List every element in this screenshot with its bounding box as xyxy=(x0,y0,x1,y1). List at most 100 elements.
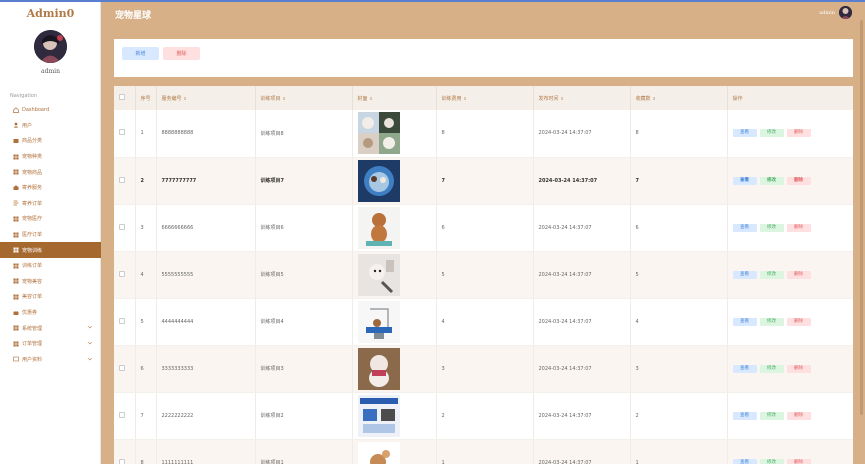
sidebar-item[interactable]: 系统管理 xyxy=(0,320,101,336)
sidebar-item-label: 商品分类 xyxy=(22,138,43,145)
view-button[interactable]: 查看 xyxy=(732,270,757,279)
sidebar-item[interactable]: 商品分类 xyxy=(0,133,101,149)
table-row[interactable]: 7 2222222222 训练项目2 2 2024-03-24 14:37:07 2 查看修… xyxy=(114,392,853,440)
edit-button[interactable]: 修改 xyxy=(759,364,784,373)
sidebar-item[interactable]: 美容订单 xyxy=(0,289,101,305)
sidebar-item[interactable]: 优惠券 xyxy=(0,305,101,321)
row-select-cell[interactable] xyxy=(114,345,136,393)
sidebar-item[interactable]: 宠物种类 xyxy=(0,149,101,165)
column-header[interactable]: 服务编号 ⇕ xyxy=(156,86,256,110)
sidebar-item[interactable]: 订单管理 xyxy=(0,336,101,352)
cover-cell xyxy=(352,204,437,252)
row-checkbox[interactable] xyxy=(119,129,125,136)
row-checkbox[interactable] xyxy=(119,364,125,371)
table-row[interactable]: 5 4444444444 训练项目4 4 2024-03-24 14:37:07 4 查看修… xyxy=(114,298,853,346)
row-delete-button[interactable]: 删除 xyxy=(786,317,811,326)
order-icon xyxy=(13,200,19,206)
column-header[interactable]: 发布时间 ⇕ xyxy=(533,86,631,110)
row-delete-button[interactable]: 删除 xyxy=(786,223,811,232)
add-button[interactable]: 新增 xyxy=(122,47,159,60)
cover-image[interactable] xyxy=(357,159,436,202)
sort-icon[interactable]: ⇕ xyxy=(370,96,373,101)
edit-button[interactable]: 修改 xyxy=(759,223,784,232)
row-delete-button[interactable]: 删除 xyxy=(786,364,811,373)
edit-button[interactable]: 修改 xyxy=(759,129,784,138)
cover-image[interactable] xyxy=(357,253,436,296)
row-checkbox[interactable] xyxy=(119,411,125,418)
chevron-down-icon[interactable] xyxy=(88,325,92,329)
table-row[interactable]: 6 3333333333 训练项目3 3 2024-03-24 14:37:07 3 查看修… xyxy=(114,345,853,393)
row-checkbox[interactable] xyxy=(119,176,125,183)
edit-button[interactable]: 修改 xyxy=(759,411,784,420)
table-row[interactable]: 3 6666666666 训练项目6 6 2024-03-24 14:37:07 6 查看修… xyxy=(114,204,853,252)
sort-icon[interactable]: ⇕ xyxy=(561,96,564,101)
row-select-cell[interactable] xyxy=(114,204,136,252)
table-row[interactable]: 2 7777777777 训练项目7 7 2024-03-24 14:37:07 7 查看修… xyxy=(114,157,853,205)
column-header[interactable]: 封面 ⇕ xyxy=(352,86,437,110)
row-delete-button[interactable]: 删除 xyxy=(786,411,811,420)
table-row[interactable]: 8 1111111111 训练项目1 1 2024-03-24 14:37:07 1 查看修… xyxy=(114,439,853,464)
sidebar-item[interactable]: Dashboard xyxy=(0,102,101,118)
row-select-cell[interactable] xyxy=(114,392,136,440)
view-button[interactable]: 查看 xyxy=(732,317,757,326)
row-select-cell[interactable] xyxy=(114,298,136,346)
sidebar-item[interactable]: 用户资料 xyxy=(0,352,101,368)
column-header[interactable]: 训练费用 ⇕ xyxy=(436,86,534,110)
chevron-down-icon[interactable] xyxy=(88,357,92,361)
cover-image[interactable] xyxy=(357,300,436,343)
edit-button[interactable]: 修改 xyxy=(759,458,784,464)
row-select-cell[interactable] xyxy=(114,157,136,205)
row-select-cell[interactable] xyxy=(114,110,136,158)
header-username[interactable]: admin xyxy=(819,10,835,16)
view-button[interactable]: 查看 xyxy=(732,411,757,420)
sidebar-item[interactable]: 宠物美容 xyxy=(0,274,101,290)
row-delete-button[interactable]: 删除 xyxy=(786,176,811,185)
scrollbar-thumb[interactable] xyxy=(860,20,863,415)
view-button[interactable]: 查看 xyxy=(732,223,757,232)
row-checkbox[interactable] xyxy=(119,270,125,277)
select-all-header[interactable] xyxy=(114,86,136,110)
sidebar-item[interactable]: 寄养订单 xyxy=(0,196,101,212)
sidebar-item[interactable]: 训练订单 xyxy=(0,258,101,274)
avatar[interactable] xyxy=(34,30,67,63)
row-delete-button[interactable]: 删除 xyxy=(786,270,811,279)
cover-image[interactable] xyxy=(357,112,436,155)
column-header[interactable]: 训练项目 ⇕ xyxy=(255,86,353,110)
row-checkbox[interactable] xyxy=(119,317,125,324)
chevron-down-icon[interactable] xyxy=(88,341,92,345)
row-checkbox[interactable] xyxy=(119,223,125,230)
brand-logo[interactable]: Admin0 xyxy=(0,7,101,20)
view-button[interactable]: 查看 xyxy=(732,129,757,138)
sidebar-item[interactable]: 宠物训练 xyxy=(0,242,101,258)
table-row[interactable]: 4 5555555555 训练项目5 5 2024-03-24 14:37:07 5 查看修… xyxy=(114,251,853,299)
row-delete-button[interactable]: 删除 xyxy=(786,458,811,464)
view-button[interactable]: 查看 xyxy=(732,458,757,464)
row-delete-button[interactable]: 删除 xyxy=(786,129,811,138)
view-button[interactable]: 查看 xyxy=(732,176,757,185)
row-select-cell[interactable] xyxy=(114,251,136,299)
delete-button[interactable]: 删除 xyxy=(163,47,200,60)
column-header[interactable]: 收藏数 ⇕ xyxy=(630,86,728,110)
edit-button[interactable]: 修改 xyxy=(759,270,784,279)
table-row[interactable]: 1 8888888888 训练项目8 8 2024-03-24 14:37:07 8 查看修… xyxy=(114,110,853,158)
sort-icon[interactable]: ⇕ xyxy=(184,96,187,101)
select-all-checkbox[interactable] xyxy=(119,94,125,100)
cover-image[interactable] xyxy=(357,206,436,249)
sort-icon[interactable]: ⇕ xyxy=(464,96,467,101)
sidebar-item[interactable]: 用户 xyxy=(0,118,101,134)
edit-button[interactable]: 修改 xyxy=(759,317,784,326)
cover-image[interactable] xyxy=(357,441,436,464)
cover-image[interactable] xyxy=(357,394,436,437)
header-avatar[interactable] xyxy=(839,6,852,19)
sidebar-item[interactable]: 宠物医疗 xyxy=(0,211,101,227)
sort-icon[interactable]: ⇕ xyxy=(283,96,286,101)
sidebar-item[interactable]: 宠物商品 xyxy=(0,164,101,180)
view-button[interactable]: 查看 xyxy=(732,364,757,373)
row-select-cell[interactable] xyxy=(114,439,136,464)
sidebar-item[interactable]: 医疗订单 xyxy=(0,227,101,243)
sort-icon[interactable]: ⇕ xyxy=(653,96,656,101)
cover-image[interactable] xyxy=(357,347,436,390)
edit-button[interactable]: 修改 xyxy=(759,176,784,185)
sidebar-item[interactable]: 寄养服务 xyxy=(0,180,101,196)
row-checkbox[interactable] xyxy=(119,458,125,464)
